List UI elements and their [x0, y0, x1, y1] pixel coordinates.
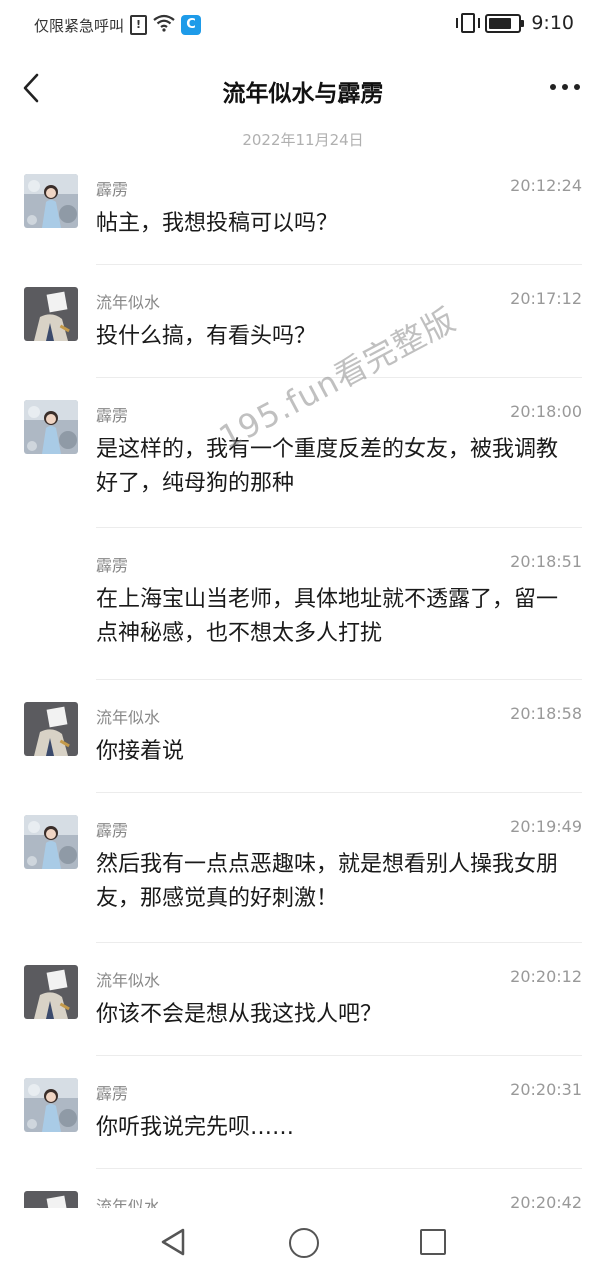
alert-icon: !	[130, 15, 148, 35]
message-time: 20:18:51	[510, 552, 582, 571]
message-time: 20:17:12	[510, 289, 582, 308]
message-time: 20:20:31	[510, 1080, 582, 1099]
wifi-icon	[153, 14, 175, 36]
nav-home-icon[interactable]	[289, 1228, 319, 1258]
message-text: 然后我有一点点恶趣味，就是想看别人操我女朋友，那感觉真的好刺激！	[96, 852, 559, 911]
message-text: 你该不会是想从我这找人吧？	[96, 1002, 383, 1027]
avatar[interactable]	[24, 965, 78, 1019]
message-text: 你听我说完先呗……	[96, 1115, 295, 1140]
app-notification-icon: C	[181, 15, 202, 35]
more-button[interactable]	[550, 84, 580, 90]
nav-back-button[interactable]	[160, 1228, 186, 1260]
status-bar-right: 9:10	[456, 12, 574, 34]
message-item[interactable]: 霹雳 20:18:51 在上海宝山当老师，具体地址就不透露了，留一点神秘感，也不想太…	[0, 548, 606, 700]
avatar[interactable]	[24, 702, 78, 756]
page-title: 流年似水与霹雳	[222, 81, 384, 107]
more-dot	[562, 84, 568, 90]
message-text: 在上海宝山当老师，具体地址就不透露了，留一点神秘感，也不想太多人打扰	[96, 587, 559, 646]
sender-name: 霹雳	[96, 1084, 129, 1103]
system-nav-bar	[0, 1208, 606, 1280]
divider	[96, 1168, 582, 1169]
date-separator: 2022年11月24日	[242, 131, 364, 149]
message-item[interactable]: 流年似水 20:20:12 你该不会是想从我这找人吧？	[0, 963, 606, 1076]
sender-name: 霹雳	[96, 556, 129, 575]
message-item[interactable]: 霹雳 20:19:49 然后我有一点点恶趣味，就是想看别人操我女朋友，那感觉真的好刺…	[0, 813, 606, 963]
sender-name: 霹雳	[96, 180, 129, 199]
message-text: 你接着说	[96, 739, 185, 764]
message-time: 20:18:58	[510, 704, 582, 723]
nav-recents-icon[interactable]	[420, 1229, 446, 1255]
sender-name: 流年似水	[96, 708, 161, 727]
divider	[96, 1055, 582, 1056]
chat-header: 流年似水与霹雳	[0, 52, 606, 124]
message-time: 20:20:12	[510, 967, 582, 986]
divider	[96, 527, 582, 528]
status-time: 9:10	[531, 12, 574, 34]
message-text: 投什么搞，有看头吗？	[96, 324, 317, 349]
message-time: 20:18:00	[510, 402, 582, 421]
divider	[96, 679, 582, 680]
message-time: 20:12:24	[510, 176, 582, 195]
carrier-text: 仅限紧急呼叫	[34, 16, 125, 35]
avatar[interactable]	[24, 287, 78, 341]
avatar[interactable]	[24, 400, 78, 454]
message-item[interactable]: 霹雳 20:20:31 你听我说完先呗……	[0, 1076, 606, 1189]
nav-back-icon	[161, 1228, 185, 1256]
sender-name: 霹雳	[96, 406, 129, 425]
message-time: 20:19:49	[510, 817, 582, 836]
message-item[interactable]: 霹雳 20:12:24 帖主，我想投稿可以吗？	[0, 172, 606, 285]
divider	[96, 264, 582, 265]
vibrate-icon	[456, 13, 481, 33]
message-item[interactable]: 流年似水 20:18:58 你接着说	[0, 700, 606, 813]
message-text: 帖主，我想投稿可以吗？	[96, 211, 339, 236]
sender-name: 流年似水	[96, 971, 161, 990]
divider	[96, 942, 582, 943]
status-bar-left: 仅限紧急呼叫 ! C	[34, 14, 202, 36]
status-bar: 仅限紧急呼叫 ! C 9:10	[0, 0, 606, 52]
divider	[96, 792, 582, 793]
avatar[interactable]	[24, 1078, 78, 1132]
sender-name: 霹雳	[96, 821, 129, 840]
sender-name: 流年似水	[96, 293, 161, 312]
avatar[interactable]	[24, 815, 78, 869]
avatar[interactable]	[24, 174, 78, 228]
battery-icon	[485, 13, 525, 33]
more-horizontal-icon	[550, 84, 556, 90]
message-text: 是这样的，我有一个重度反差的女友，被我调教好了，纯母狗的那种	[96, 437, 559, 496]
more-dot	[574, 84, 580, 90]
